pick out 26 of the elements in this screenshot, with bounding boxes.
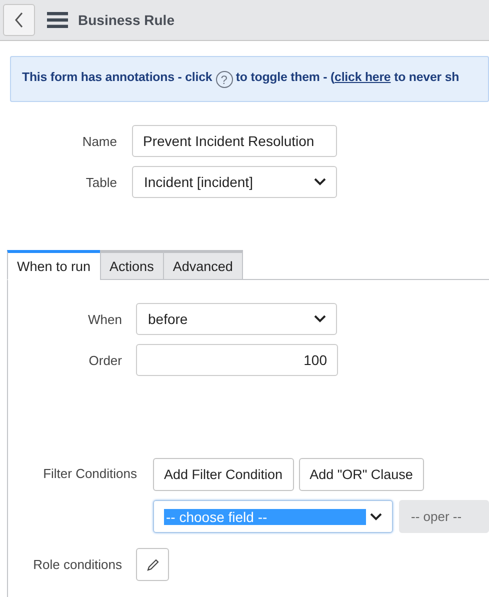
chevron-icon bbox=[370, 512, 382, 520]
tab[interactable]: Actions bbox=[100, 250, 164, 280]
chevron-icon bbox=[314, 178, 326, 186]
field-label: Order bbox=[88, 352, 122, 368]
select-field[interactable]: before bbox=[136, 303, 337, 335]
filter-button[interactable]: Add Filter Condition bbox=[153, 458, 294, 491]
filter-button[interactable]: Add "OR" Clause bbox=[298, 458, 424, 491]
menu-icon[interactable] bbox=[47, 12, 68, 28]
select-field[interactable]: Incident [incident] bbox=[132, 166, 337, 198]
pencil-icon bbox=[146, 558, 160, 572]
field-label: Filter Conditions bbox=[42, 465, 137, 481]
tab[interactable]: Advanced bbox=[162, 250, 243, 280]
field-label: Name bbox=[81, 134, 117, 148]
back-button[interactable] bbox=[3, 4, 35, 36]
page-title: Business Rule bbox=[78, 12, 174, 28]
tab[interactable]: When to run bbox=[7, 250, 101, 280]
annotation-message: This form has annotations - click ? to toggle them - (click here to never sh bbox=[22, 70, 460, 88]
field-label: Table bbox=[84, 174, 117, 190]
text-field[interactable]: Prevent Incident Resolution bbox=[132, 125, 337, 157]
field-label: Role conditions bbox=[32, 557, 122, 572]
chevron-icon bbox=[314, 315, 326, 323]
edit-button[interactable] bbox=[136, 548, 169, 581]
help-icon[interactable]: ? bbox=[216, 71, 233, 88]
field-label: When bbox=[87, 312, 122, 326]
never-show-link[interactable]: click here bbox=[334, 70, 391, 84]
number-field[interactable]: 100 bbox=[136, 344, 338, 376]
